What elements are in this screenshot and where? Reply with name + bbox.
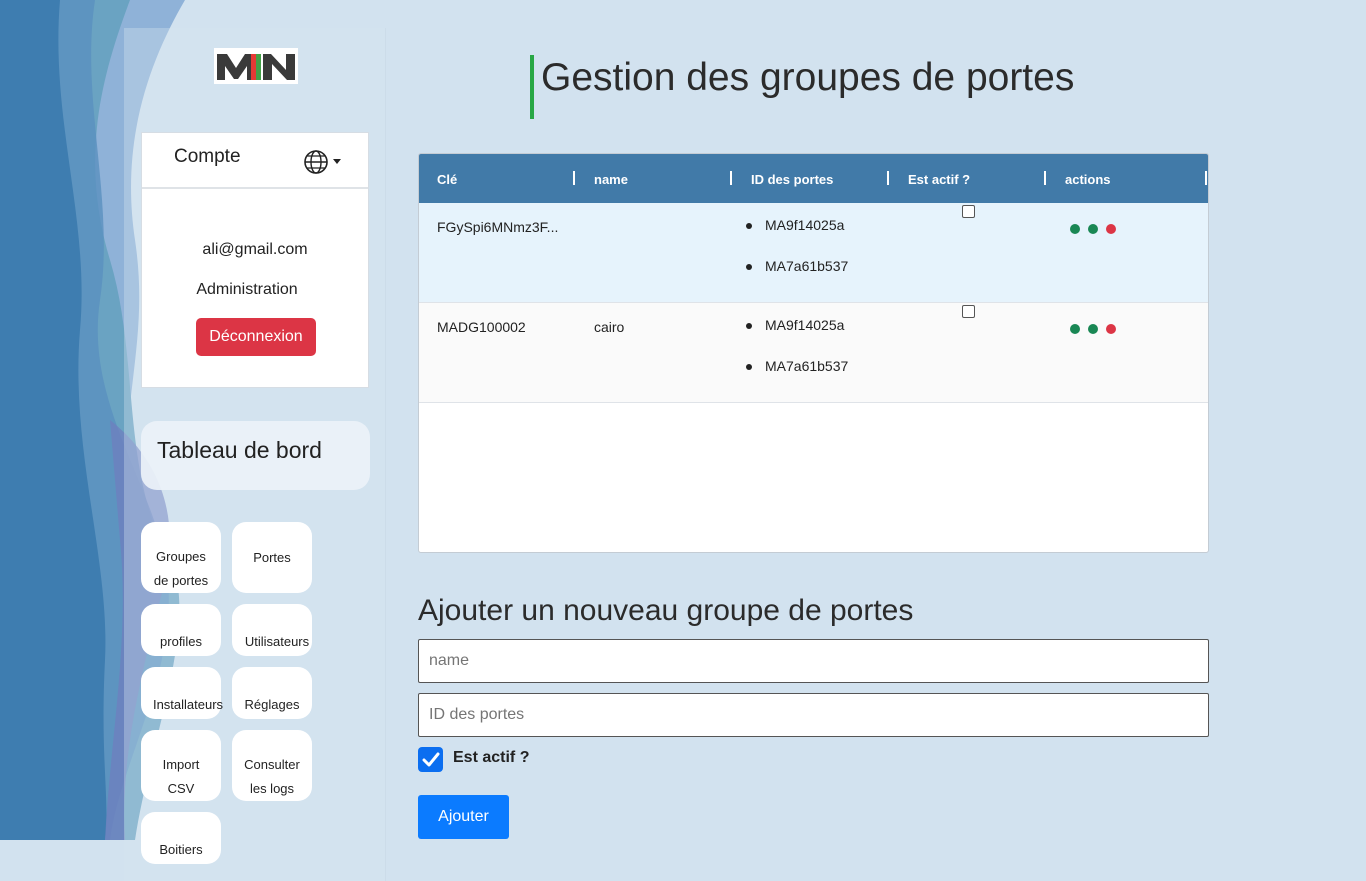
- door-id-item: MA7a61b537: [746, 258, 849, 299]
- page-title: Gestion des groupes de portes: [541, 56, 1075, 99]
- account-role: Administration: [196, 281, 298, 298]
- nav-import-line1: Import: [162, 757, 200, 772]
- language-selector[interactable]: [303, 149, 343, 175]
- column-header-active[interactable]: Est actif ?: [908, 172, 970, 187]
- column-resize-handle[interactable]: [887, 171, 889, 185]
- cell-door-ids: MA9f14025a MA7a61b537: [746, 317, 849, 399]
- cell-door-ids: MA9f14025a MA7a61b537: [746, 217, 849, 299]
- account-header: Compte: [142, 133, 368, 189]
- nav-door-groups[interactable]: Groupes de portes: [141, 522, 221, 593]
- nav-logs[interactable]: Consulter les logs: [232, 730, 312, 801]
- table-row[interactable]: MADG100002 cairo MA9f14025a MA7a61b537: [419, 303, 1208, 403]
- column-resize-handle[interactable]: [730, 171, 732, 185]
- cell-key: MADG100002: [437, 319, 526, 335]
- door-groups-table: Clé name ID des portes Est actif ? actio…: [418, 153, 1209, 553]
- column-resize-handle[interactable]: [1044, 171, 1046, 185]
- column-header-actions[interactable]: actions: [1065, 172, 1111, 187]
- delete-action-icon[interactable]: [1106, 224, 1116, 234]
- nav-doors-label: Portes: [253, 549, 291, 565]
- caret-down-icon: [333, 159, 341, 164]
- nav-doors[interactable]: Portes: [232, 522, 312, 593]
- nav-settings-label: Réglages: [244, 697, 300, 712]
- door-id-item: MA9f14025a: [746, 317, 848, 358]
- nav-installers-label: Installateurs: [152, 697, 224, 712]
- active-checkbox-checked[interactable]: [418, 747, 443, 772]
- nav-logs-line2: les logs: [249, 781, 295, 796]
- account-email: ali@gmail.com: [202, 241, 308, 258]
- door-id: MA9f14025a: [765, 217, 845, 233]
- nav-logs-line1: Consulter: [244, 757, 300, 772]
- title-accent-bar: [530, 55, 534, 119]
- table-row[interactable]: FGySpi6MNmz3F... MA9f14025a MA7a61b537: [419, 203, 1208, 303]
- view-action-icon[interactable]: [1088, 224, 1098, 234]
- column-header-door-ids[interactable]: ID des portes: [751, 172, 833, 187]
- cell-name: cairo: [594, 319, 625, 335]
- active-checkbox[interactable]: [962, 205, 975, 218]
- brand-logo: [214, 48, 298, 84]
- edit-action-icon[interactable]: [1070, 324, 1080, 334]
- nav-door-groups-line2: de portes: [153, 573, 209, 588]
- account-card: Compte ali@gmail.com Administration Déco…: [141, 132, 369, 388]
- row-actions: [1070, 324, 1116, 334]
- logout-button[interactable]: Déconnexion: [196, 318, 316, 356]
- active-checkbox[interactable]: [962, 305, 975, 318]
- nav-boxes[interactable]: Boitiers: [141, 812, 221, 864]
- cell-key: FGySpi6MNmz3F...: [437, 219, 559, 235]
- door-id: MA9f14025a: [765, 317, 845, 333]
- account-title: Compte: [174, 146, 241, 167]
- nav-door-groups-line1: Groupes: [156, 549, 206, 564]
- dashboard-label: Tableau de bord: [157, 437, 322, 463]
- edit-action-icon[interactable]: [1070, 224, 1080, 234]
- check-icon: [422, 752, 439, 766]
- view-action-icon[interactable]: [1088, 324, 1098, 334]
- table-header: Clé name ID des portes Est actif ? actio…: [419, 154, 1208, 203]
- nav-import-csv[interactable]: Import CSV: [141, 730, 221, 801]
- door-id: MA7a61b537: [765, 358, 849, 374]
- door-id-item: MA7a61b537: [746, 358, 849, 399]
- door-ids-input[interactable]: [418, 693, 1209, 737]
- nav-import-line2: CSV: [167, 781, 195, 796]
- door-id-item: MA9f14025a: [746, 217, 848, 258]
- globe-icon: [304, 150, 328, 174]
- nav-profiles[interactable]: profiles: [141, 604, 221, 656]
- dashboard-link[interactable]: Tableau de bord: [141, 421, 370, 490]
- add-button[interactable]: Ajouter: [418, 795, 509, 839]
- nav-profiles-label: profiles: [160, 634, 202, 649]
- door-id: MA7a61b537: [765, 258, 849, 274]
- nav-settings[interactable]: Réglages: [232, 667, 312, 719]
- nav-users-label: Utilisateurs: [244, 634, 310, 649]
- add-form-title: Ajouter un nouveau groupe de portes: [418, 594, 914, 627]
- column-resize-handle[interactable]: [573, 171, 575, 185]
- row-actions: [1070, 224, 1116, 234]
- delete-action-icon[interactable]: [1106, 324, 1116, 334]
- nav-boxes-label: Boitiers: [159, 842, 203, 857]
- column-header-key[interactable]: Clé: [437, 172, 457, 187]
- column-header-name[interactable]: name: [594, 172, 628, 187]
- column-resize-handle[interactable]: [1205, 171, 1207, 185]
- nav-users[interactable]: Utilisateurs: [232, 604, 312, 656]
- name-input[interactable]: [418, 639, 1209, 683]
- nav-installers[interactable]: Installateurs: [141, 667, 224, 719]
- active-checkbox-label: Est actif ?: [453, 749, 530, 766]
